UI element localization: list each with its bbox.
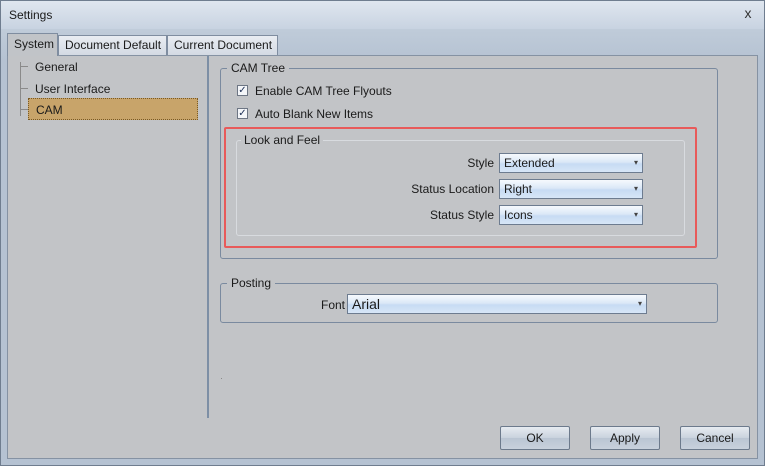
auto-blank-label: Auto Blank New Items <box>255 107 374 121</box>
chevron-down-icon: ▾ <box>633 158 638 167</box>
tree-tick <box>21 66 28 67</box>
font-label: Font <box>320 298 345 312</box>
tab-system[interactable]: System <box>7 33 58 56</box>
status-location-value: Right <box>504 182 533 196</box>
apply-button[interactable]: Apply <box>590 426 660 450</box>
enable-flyouts-label: Enable CAM Tree Flyouts <box>255 84 392 98</box>
style-combobox[interactable]: Extended ▾ <box>499 153 643 173</box>
style-label: Style <box>467 156 494 170</box>
ok-button[interactable]: OK <box>500 426 570 450</box>
tree-tick <box>21 88 28 89</box>
decorative-dot <box>221 378 222 379</box>
style-value: Extended <box>504 156 555 170</box>
status-style-combobox[interactable]: Icons ▾ <box>499 205 643 225</box>
tab-current-document[interactable]: Current Document <box>167 35 278 55</box>
tree-tick <box>21 109 28 110</box>
settings-tree: General User Interface CAM <box>8 56 209 418</box>
window-title: Settings <box>9 8 53 22</box>
status-location-combobox[interactable]: Right ▾ <box>499 179 643 199</box>
font-combobox[interactable]: Arial ▾ <box>347 294 647 314</box>
cancel-button[interactable]: Cancel <box>680 426 750 450</box>
look-and-feel-group: Look and Feel Style Extended ▾ Status Lo… <box>236 133 685 236</box>
tab-content: General User Interface CAM CAM Tree ✓ En… <box>7 55 758 459</box>
checkbox-mark-icon[interactable]: ✓ <box>237 108 248 119</box>
posting-legend: Posting <box>227 276 276 290</box>
title-bar: Settings x <box>1 1 764 29</box>
status-location-label: Status Location <box>411 182 494 196</box>
tree-connector <box>20 62 21 116</box>
tree-item-general[interactable]: General <box>28 56 78 78</box>
font-value: Arial <box>352 296 381 312</box>
status-style-label: Status Style <box>429 208 494 222</box>
look-and-feel-highlight: Look and Feel Style Extended ▾ Status Lo… <box>224 127 697 248</box>
tab-document-default[interactable]: Document Default <box>58 35 167 55</box>
chevron-down-icon: ▾ <box>633 184 638 193</box>
chevron-down-icon: ▾ <box>633 210 638 219</box>
look-and-feel-legend: Look and Feel <box>241 133 324 147</box>
chevron-down-icon: ▾ <box>637 299 642 308</box>
tree-item-user-interface[interactable]: User Interface <box>28 78 110 100</box>
tree-item-cam[interactable]: CAM <box>28 98 198 120</box>
status-style-value: Icons <box>504 208 533 222</box>
close-icon[interactable]: x <box>741 6 755 20</box>
checkbox-mark-icon[interactable]: ✓ <box>237 85 248 96</box>
cam-tree-legend: CAM Tree <box>227 61 290 75</box>
posting-group: Posting Font Arial ▾ <box>220 276 718 323</box>
settings-dialog: Settings x System Document Default Curre… <box>0 0 765 466</box>
